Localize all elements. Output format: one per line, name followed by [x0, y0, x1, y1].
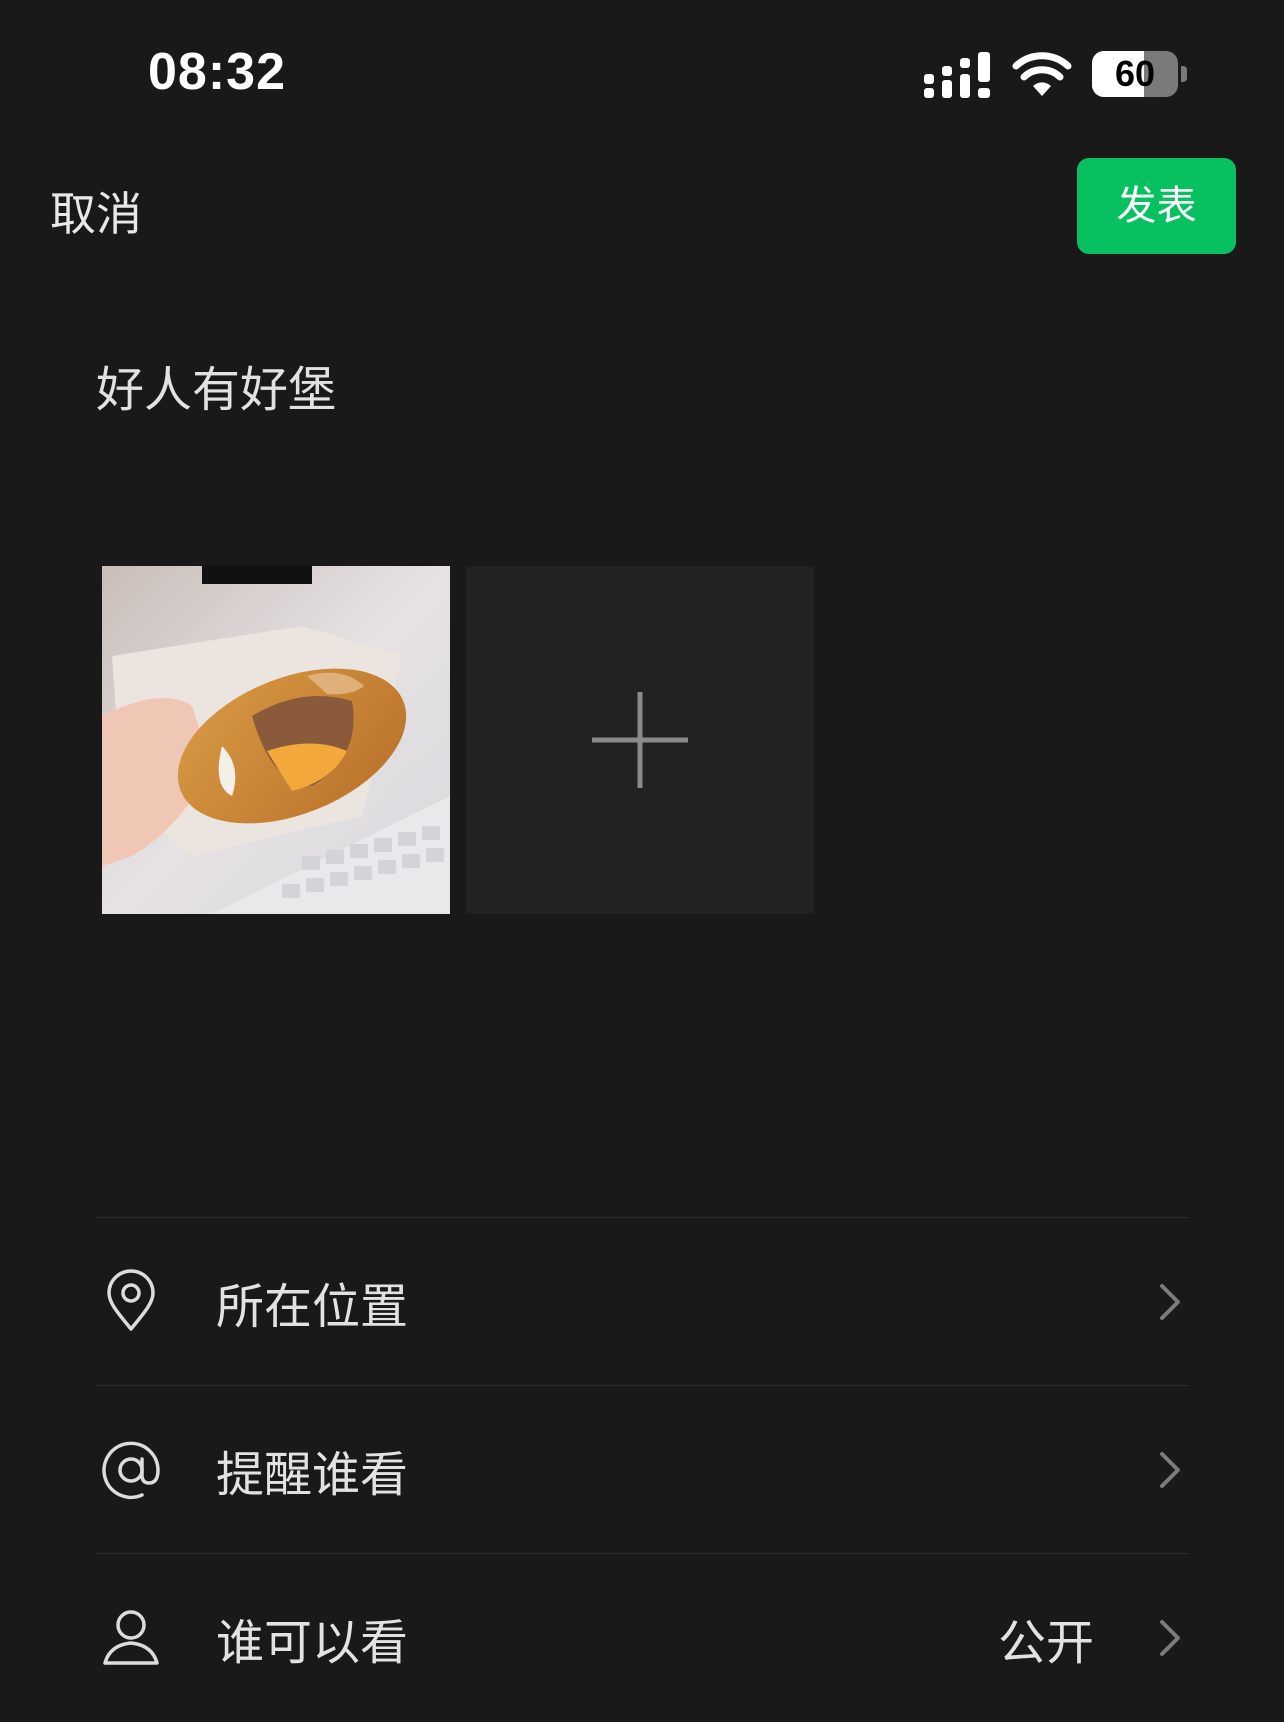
chevron-right-icon — [1160, 1452, 1180, 1488]
visibility-row[interactable]: 谁可以看 公开 — [96, 1554, 1188, 1722]
photo-thumbnail[interactable] — [102, 566, 450, 914]
status-bar: 08:32 60 — [0, 0, 1284, 150]
add-photo-button[interactable] — [466, 566, 814, 914]
person-icon — [96, 1603, 166, 1673]
mention-label: 提醒谁看 — [216, 1447, 409, 1503]
location-label: 所在位置 — [216, 1279, 409, 1335]
cancel-button[interactable]: 取消 — [50, 178, 142, 244]
location-row[interactable]: 所在位置 — [96, 1218, 1188, 1386]
battery-icon: 60 — [1092, 51, 1188, 99]
post-text-input[interactable]: 好人有好堡 — [96, 350, 336, 420]
wifi-icon — [1012, 52, 1072, 96]
status-time: 08:32 — [148, 43, 286, 101]
plus-icon — [592, 692, 688, 788]
signal-icon — [924, 52, 990, 98]
visibility-value: 公开 — [997, 1615, 1094, 1671]
chevron-right-icon — [1160, 1620, 1180, 1656]
chevron-right-icon — [1160, 1284, 1180, 1320]
at-sign-icon — [96, 1435, 166, 1505]
location-pin-icon — [96, 1267, 166, 1337]
battery-level: 60 — [1114, 53, 1156, 94]
publish-button[interactable]: 发表 — [1077, 158, 1236, 254]
visibility-label: 谁可以看 — [216, 1615, 409, 1671]
mention-row[interactable]: 提醒谁看 — [96, 1386, 1188, 1554]
burger-photo — [102, 566, 450, 914]
